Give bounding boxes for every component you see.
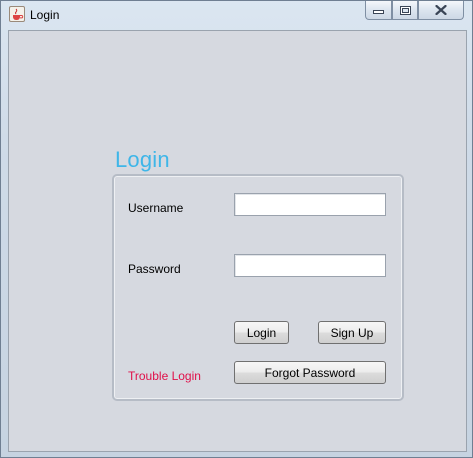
login-button[interactable]: Login — [234, 321, 289, 344]
title-bar[interactable]: Login — [1, 1, 472, 29]
java-cup-icon — [9, 6, 25, 22]
sign-up-button[interactable]: Sign Up — [318, 321, 386, 344]
app-window: Login Login Username Password Login Sign… — [0, 0, 473, 458]
content-pane: Login Username Password Login Sign Up Tr… — [8, 30, 467, 452]
close-button[interactable] — [418, 1, 464, 20]
maximize-icon — [399, 5, 411, 15]
password-label: Password — [128, 262, 181, 276]
minimize-button[interactable] — [365, 1, 392, 20]
password-field[interactable] — [234, 254, 386, 277]
maximize-button[interactable] — [392, 1, 418, 20]
username-label: Username — [128, 201, 184, 215]
window-title: Login — [30, 8, 60, 22]
forgot-password-button[interactable]: Forgot Password — [234, 361, 386, 384]
login-heading: Login — [115, 147, 170, 172]
trouble-login-link[interactable]: Trouble Login — [128, 369, 201, 383]
username-field[interactable] — [234, 193, 386, 216]
close-icon — [435, 5, 447, 15]
minimize-icon — [373, 10, 384, 14]
login-panel: Username Password Login Sign Up Trouble … — [112, 174, 404, 401]
